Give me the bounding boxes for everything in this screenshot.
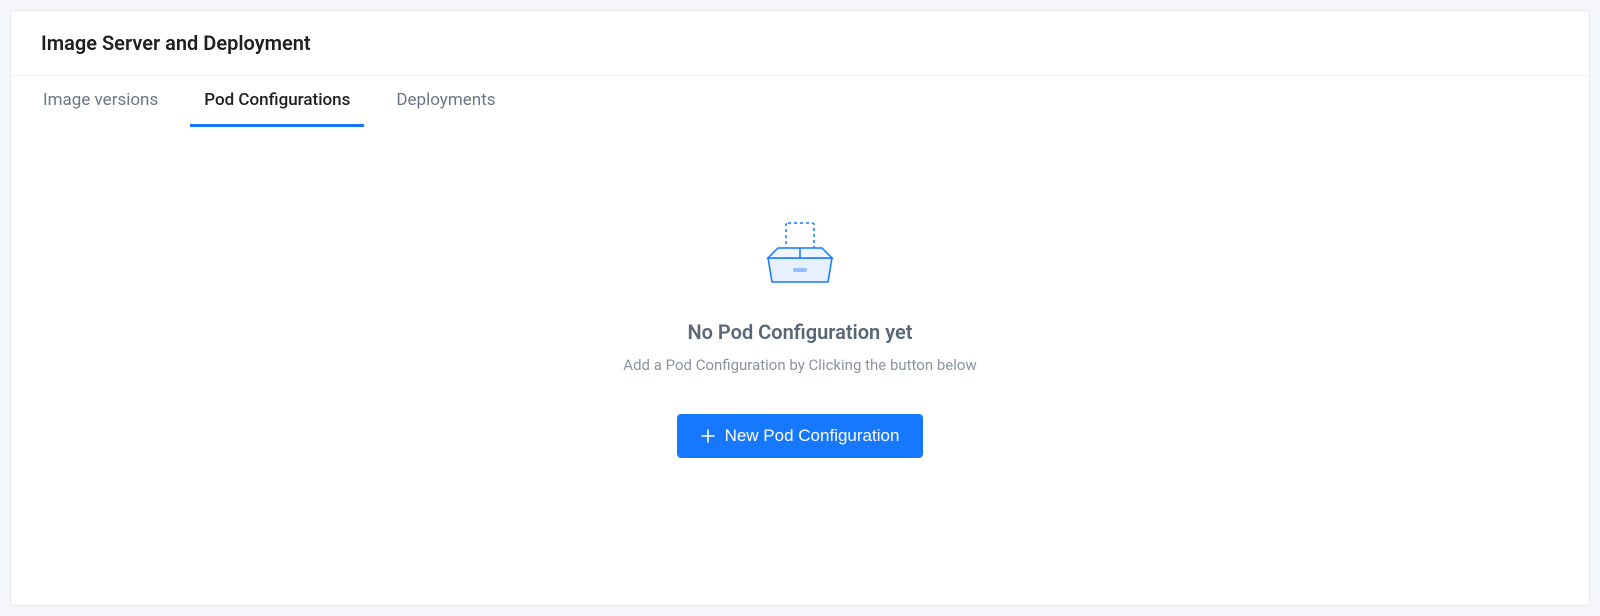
empty-state: No Pod Configuration yet Add a Pod Confi… <box>11 127 1589 605</box>
card-header: Image Server and Deployment <box>11 11 1589 76</box>
empty-state-title: No Pod Configuration yet <box>687 320 912 344</box>
main-card: Image Server and Deployment Image versio… <box>10 10 1590 606</box>
empty-state-subtitle: Add a Pod Configuration by Clicking the … <box>623 356 976 374</box>
tab-deployments[interactable]: Deployments <box>382 76 509 127</box>
new-pod-configuration-button-label: New Pod Configuration <box>725 426 900 446</box>
tab-pod-configurations[interactable]: Pod Configurations <box>190 76 364 127</box>
tabs-bar: Image versions Pod Configurations Deploy… <box>11 76 1589 127</box>
new-pod-configuration-button[interactable]: New Pod Configuration <box>677 414 924 458</box>
plus-icon <box>701 429 715 443</box>
tab-image-versions[interactable]: Image versions <box>29 76 172 127</box>
page-title: Image Server and Deployment <box>41 31 1559 55</box>
empty-box-icon <box>760 222 840 290</box>
